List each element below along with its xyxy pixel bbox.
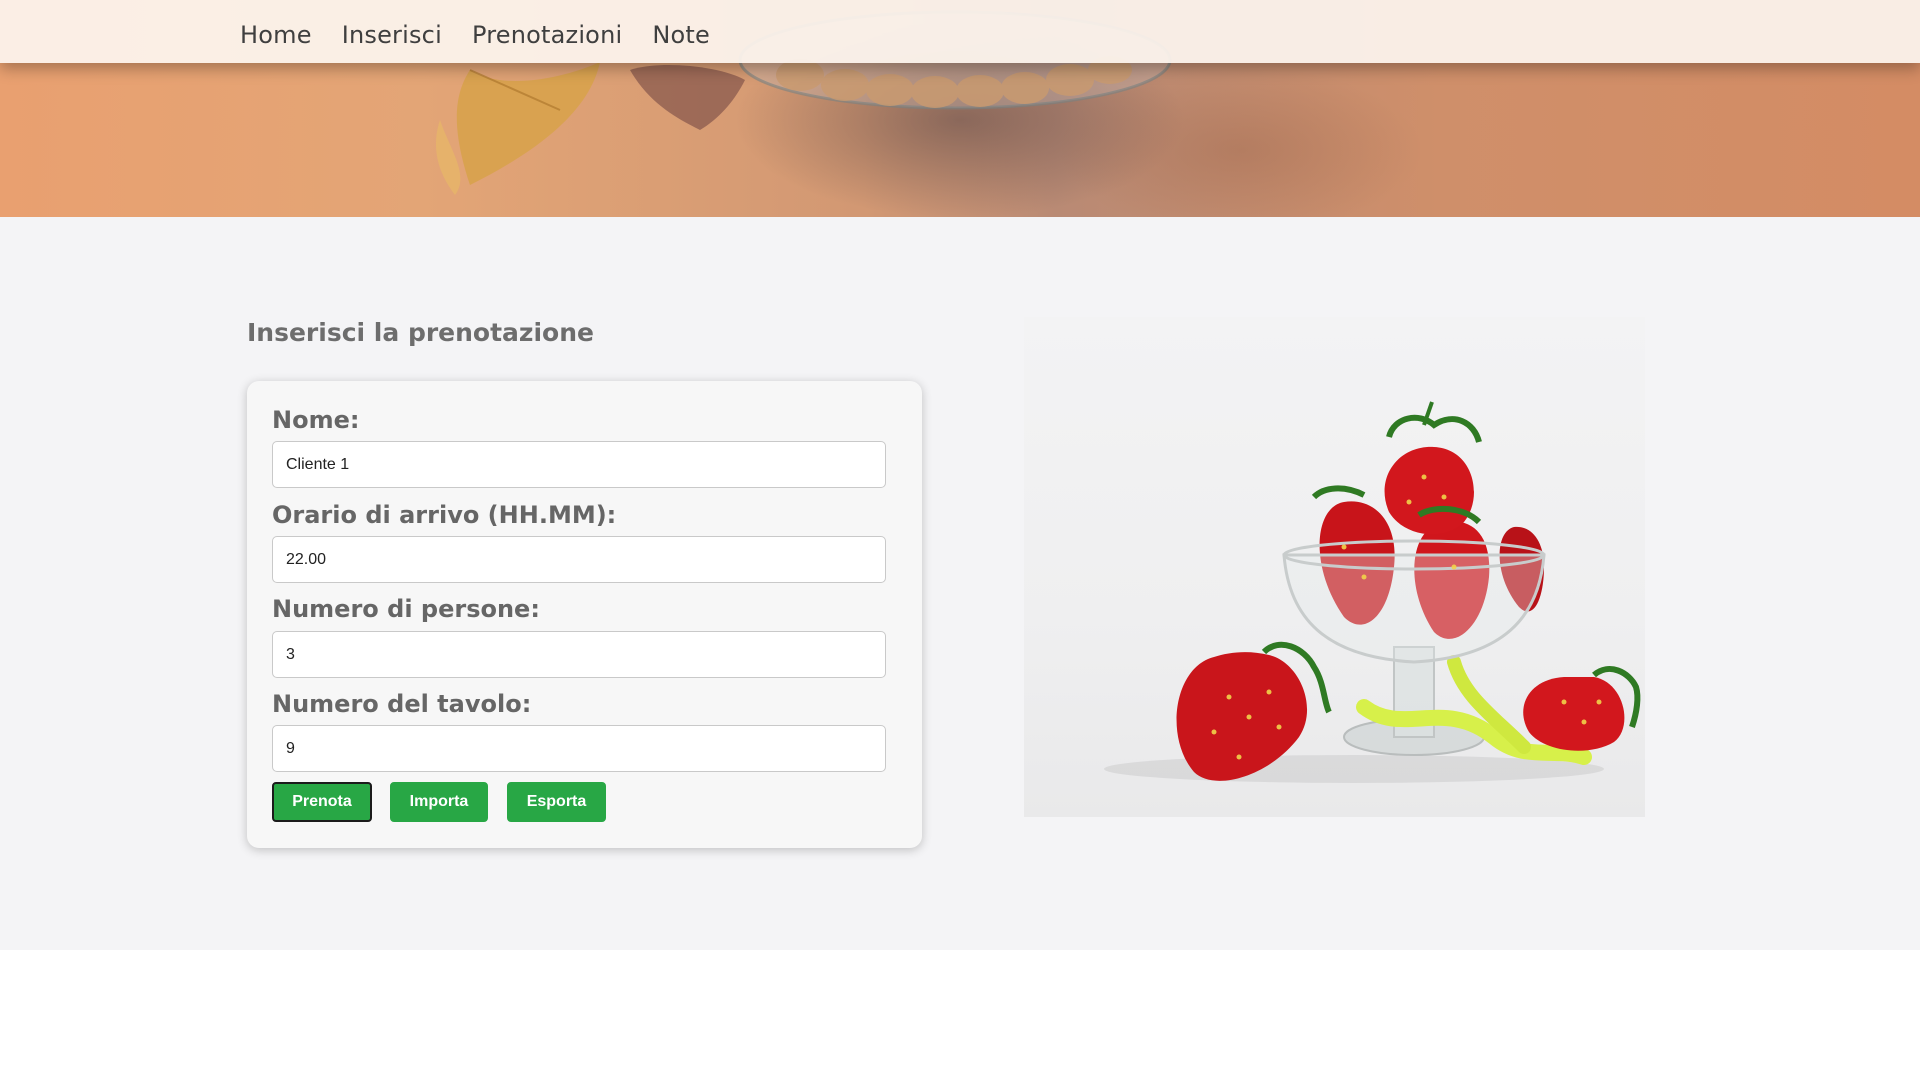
top-navbar: Home Inserisci Prenotazioni Note <box>0 0 1920 63</box>
table-number-label: Numero del tavolo: <box>272 690 532 718</box>
people-count-label: Numero di persone: <box>272 595 540 623</box>
nav-item-note[interactable]: Note <box>652 18 710 52</box>
nav-item-home[interactable]: Home <box>240 18 312 52</box>
strawberries-photo <box>1024 317 1645 817</box>
import-button[interactable]: Importa <box>390 782 488 822</box>
arrival-time-input[interactable] <box>272 536 886 583</box>
main-content: Inserisci la prenotazione Nome: Orario d… <box>0 217 1920 950</box>
nav-menu: Home Inserisci Prenotazioni Note <box>240 18 710 52</box>
arrival-time-label: Orario di arrivo (HH.MM): <box>272 501 617 529</box>
nav-item-prenotazioni[interactable]: Prenotazioni <box>472 18 622 52</box>
nav-item-inserisci[interactable]: Inserisci <box>342 18 442 52</box>
table-number-input[interactable] <box>272 725 886 772</box>
people-count-input[interactable] <box>272 631 886 678</box>
name-input[interactable] <box>272 441 886 488</box>
strawberries-illustration <box>1104 401 1641 783</box>
export-button[interactable]: Esporta <box>507 782 606 822</box>
reservation-form-card: Nome: Orario di arrivo (HH.MM): Numero d… <box>247 381 922 848</box>
name-label: Nome: <box>272 406 360 434</box>
book-button[interactable]: Prenota <box>272 782 372 822</box>
form-title: Inserisci la prenotazione <box>247 318 594 347</box>
